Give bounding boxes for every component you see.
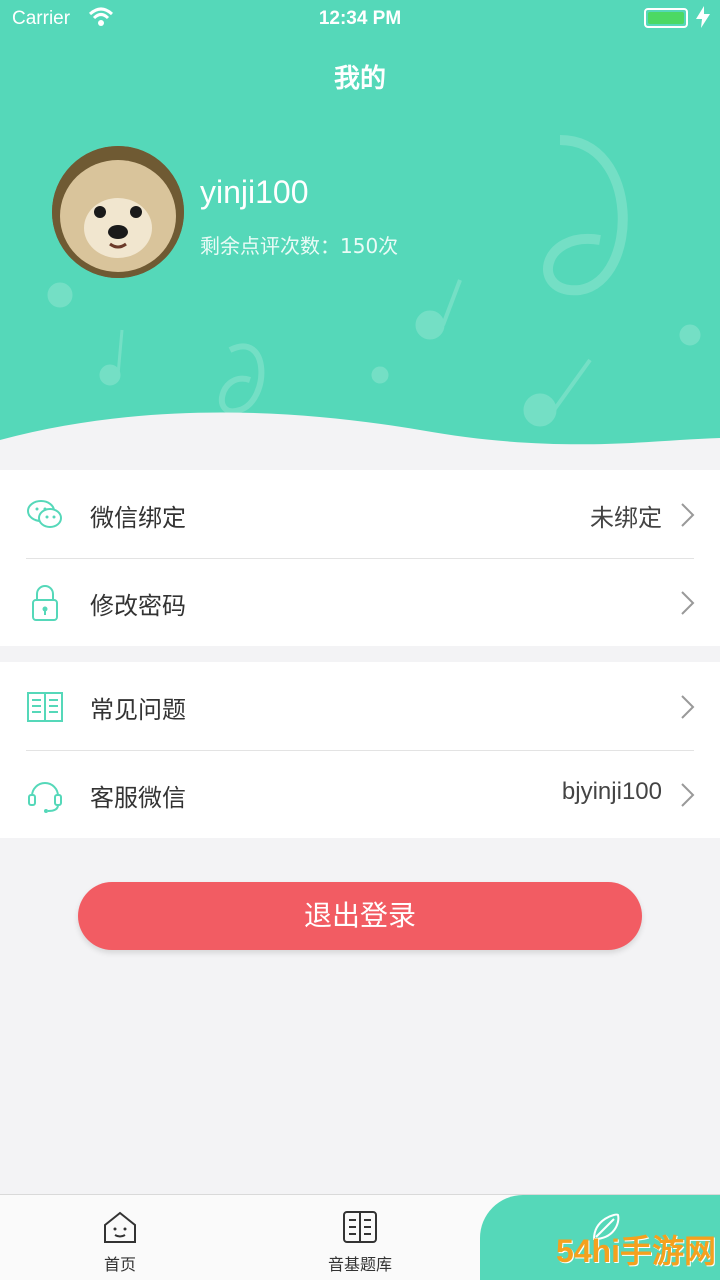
tab-question-bank[interactable]: 音基题库 [240,1195,480,1280]
chevron-right-icon [681,503,695,527]
help-group: 常见问题 客服微信 bjyinji100 [0,662,720,838]
tab-home[interactable]: 首页 [0,1195,240,1280]
customer-service-row[interactable]: 客服微信 bjyinji100 [0,750,720,838]
watermark: 54hi手游网 [555,1233,716,1269]
wechat-binding-row[interactable]: 微信绑定 未绑定 [0,470,720,558]
faq-label: 常见问题 [90,696,186,724]
chevron-right-icon [681,591,695,615]
chevron-right-icon [681,695,695,719]
chevron-right-icon [681,783,695,807]
username: yinji100 [200,174,309,210]
book-icon [27,692,63,722]
wechat-binding-status: 未绑定 [590,505,662,532]
customer-service-wechat-id: bjyinji100 [561,778,662,805]
wechat-binding-label: 微信绑定 [90,504,186,532]
header-wave [0,412,720,460]
change-password-label: 修改密码 [90,592,186,620]
headset-icon [28,782,62,813]
dog-avatar-image [52,146,184,278]
lock-icon [32,585,58,621]
change-password-row[interactable]: 修改密码 [0,558,720,646]
charging-icon [696,6,710,28]
remaining-reviews: 剩余点评次数：150次 [200,234,399,258]
avatar[interactable] [52,146,184,278]
account-settings-group: 微信绑定 未绑定 修改密码 [0,470,720,646]
faq-row[interactable]: 常见问题 [0,662,720,750]
tab-home-label: 首页 [103,1255,136,1274]
battery-icon [644,8,688,28]
wechat-icon [27,500,62,528]
status-bar: Carrier 12:34 PM [0,0,720,36]
logout-button[interactable]: 退出登录 [78,882,642,950]
question-bank-icon [343,1211,377,1243]
customer-service-label: 客服微信 [90,784,186,812]
tab-question-bank-label: 音基题库 [327,1255,392,1274]
home-icon [104,1211,136,1243]
page-title: 我的 [333,64,386,94]
clock: 12:34 PM [318,8,402,29]
profile-header: Carrier 12:34 PM 我的 yinji100 剩余点评次数：150次 [0,0,720,460]
